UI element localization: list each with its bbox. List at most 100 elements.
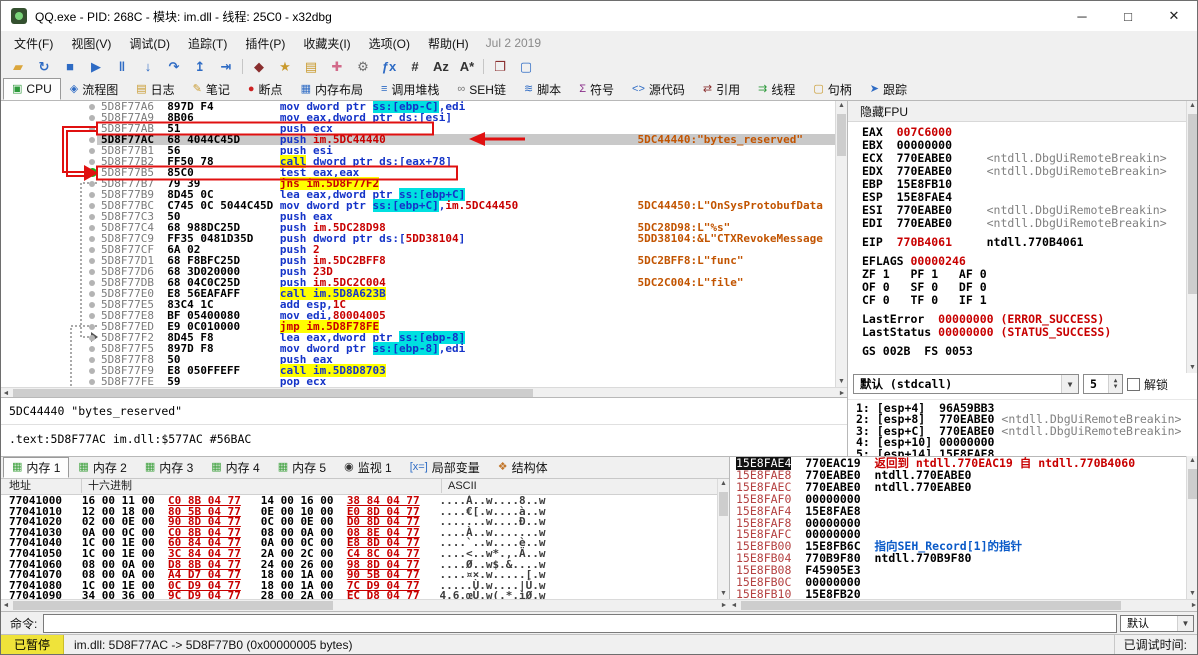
menu-help[interactable]: 帮助(H) [419,32,478,55]
disassembly-view[interactable]: 5D8F77A6 897D F4 mov dword ptr ss:[ebp-C… [1,101,835,387]
scroll-thumb[interactable] [837,114,846,156]
unlock-checkbox[interactable]: 解锁 [1127,376,1168,393]
menu-favourites[interactable]: 收藏夹(I) [294,32,359,55]
command-script-select[interactable]: 默认 ▼ [1120,614,1194,632]
tab-handles[interactable]: ▢ 句柄 [804,78,860,100]
chevron-down-icon[interactable]: ▼ [1061,375,1078,393]
open-file-button[interactable]: ▰ [5,56,31,76]
patches-button[interactable]: ✚ [324,56,350,76]
tab-threads[interactable]: ⇉ 线程 [749,78,804,100]
maximize-button[interactable]: □ [1105,1,1151,31]
disasm-vertical-scrollbar[interactable]: ▲ ▼ [835,101,847,387]
row-dot-icon[interactable] [89,213,95,220]
row-dot-icon[interactable] [89,202,95,209]
tab-memory-3[interactable]: ▦ 内存 3 [136,457,202,478]
row-dot-icon[interactable] [89,367,95,374]
scroll-up-icon[interactable]: ▲ [1187,101,1197,111]
step-out-button[interactable]: ↥ [187,56,213,76]
registers-vertical-scrollbar[interactable]: ▲ ▼ [1186,101,1197,373]
row-dot-icon[interactable] [89,136,95,143]
row-dot-icon[interactable] [89,246,95,253]
stack-row[interactable]: 15E8FB10 15E8FB20 [736,588,1187,599]
scroll-left-icon[interactable]: ◄ [1,600,11,611]
tab-log[interactable]: ▤ 日志 [127,78,183,100]
tab-notes[interactable]: ✎ 笔记 [184,78,239,100]
scroll-up-icon[interactable]: ▲ [718,479,729,489]
tab-memory-2[interactable]: ▦ 内存 2 [69,457,135,478]
scroll-down-icon[interactable]: ▼ [1187,589,1197,599]
calling-convention-select[interactable]: 默认 (stdcall) ▼ [853,374,1079,394]
argument-count-spinner[interactable]: 5 ▲ ▼ [1083,374,1123,394]
memory-vertical-scrollbar[interactable]: ▲ ▼ [717,479,729,599]
row-dot-icon[interactable] [89,125,95,132]
row-dot-icon[interactable] [89,191,95,198]
scroll-down-icon[interactable]: ▼ [1187,363,1197,373]
breakpoint-dot[interactable] [88,168,97,177]
register-row[interactable]: EIP 770B4061 ntdll.770B4061 [862,236,1197,249]
run-button[interactable]: ▶ [83,56,109,76]
fx-button[interactable]: ƒx [376,56,402,76]
menu-plugins[interactable]: 插件(P) [236,32,294,55]
tab-memory-5[interactable]: ▦ 内存 5 [269,457,335,478]
row-dot-icon[interactable] [89,224,95,231]
disasm-row[interactable]: 5D8F77FE 59 pop ecx [1,376,835,387]
tab-struct[interactable]: ❖ 结构体 [489,457,557,478]
scroll-up-icon[interactable]: ▲ [1187,456,1197,466]
scroll-up-icon[interactable]: ▲ [836,101,847,111]
row-dot-icon[interactable] [89,268,95,275]
scroll-thumb[interactable] [13,601,333,610]
row-dot-icon[interactable] [89,257,95,264]
row-dot-icon[interactable] [89,290,95,297]
tab-breakpoints[interactable]: ● 断点 [239,78,292,100]
row-dot-icon[interactable] [89,378,95,385]
stop-button[interactable]: ■ [57,56,83,76]
scroll-down-icon[interactable]: ▼ [836,377,847,387]
tab-graph[interactable]: ◈ 流程图 [61,78,127,100]
chevron-down-icon[interactable]: ▼ [1177,615,1193,631]
row-dot-icon[interactable] [89,103,95,110]
register-row[interactable]: GS 002B FS 0053 [862,345,1197,358]
scroll-thumb[interactable] [1188,114,1197,294]
row-dot-icon[interactable] [89,345,95,352]
tab-cpu[interactable]: ▣ CPU [3,78,61,100]
tab-source[interactable]: <> 源代码 [623,78,694,100]
menu-debug[interactable]: 调试(D) [120,32,179,55]
run-until-return-button[interactable]: ⇥ [213,56,239,76]
memory-row[interactable]: 77041090 34 00 36 00 9C D9 04 77 28 00 2… [9,590,717,599]
row-dot-icon[interactable] [89,147,95,154]
tab-memory-map[interactable]: ▦ 内存布局 [292,78,372,100]
scroll-thumb[interactable] [719,492,728,516]
tab-memory-4[interactable]: ▦ 内存 4 [202,457,268,478]
memory-horizontal-scrollbar[interactable]: ◄ ► [1,599,729,611]
row-dot-icon[interactable] [89,235,95,242]
row-dot-icon[interactable] [89,323,95,330]
stack-view[interactable]: 15E8FAE4 770EAC19 返回到 ntdll.770EAC19 自 n… [729,456,1187,599]
scroll-thumb[interactable] [741,601,1121,610]
menu-file[interactable]: 文件(F) [5,32,62,55]
hash-button[interactable]: # [402,56,428,76]
strings-button[interactable]: Az [428,56,454,76]
step-into-button[interactable]: ↓ [135,56,161,76]
stack-vertical-scrollbar[interactable]: ▲ ▼ [1186,456,1197,599]
tab-symbols[interactable]: Σ 符号 [570,78,623,100]
tab-script[interactable]: ≋ 脚本 [515,78,570,100]
tab-locals[interactable]: [x=] 局部变量 [401,457,489,478]
row-dot-icon[interactable] [89,334,95,341]
tab-trace[interactable]: ➤ 跟踪 [861,78,916,100]
window-button[interactable]: ❐ [487,56,513,76]
tab-watch-1[interactable]: ◉ 监视 1 [335,457,401,478]
monitor-button[interactable]: ▢ [513,56,539,76]
hide-fpu-button[interactable]: 隐藏FPU [852,102,916,121]
row-dot-icon[interactable] [89,114,95,121]
pause-button[interactable]: ‖ [109,56,135,76]
register-row[interactable]: LastStatus 00000000 (STATUS_SUCCESS) [862,326,1197,339]
spinner-arrows-icon[interactable]: ▲ ▼ [1108,375,1122,393]
notes-button[interactable]: ▤ [298,56,324,76]
command-input[interactable] [43,613,1117,633]
tab-memory-1[interactable]: ▦ 内存 1 [3,457,70,478]
scroll-right-icon[interactable]: ► [1189,600,1197,611]
tab-call-stack[interactable]: ≡ 调用堆栈 [372,78,448,100]
highlight-button[interactable]: A* [454,56,480,76]
row-dot-icon[interactable] [89,279,95,286]
trace-button[interactable]: ◆ [246,56,272,76]
